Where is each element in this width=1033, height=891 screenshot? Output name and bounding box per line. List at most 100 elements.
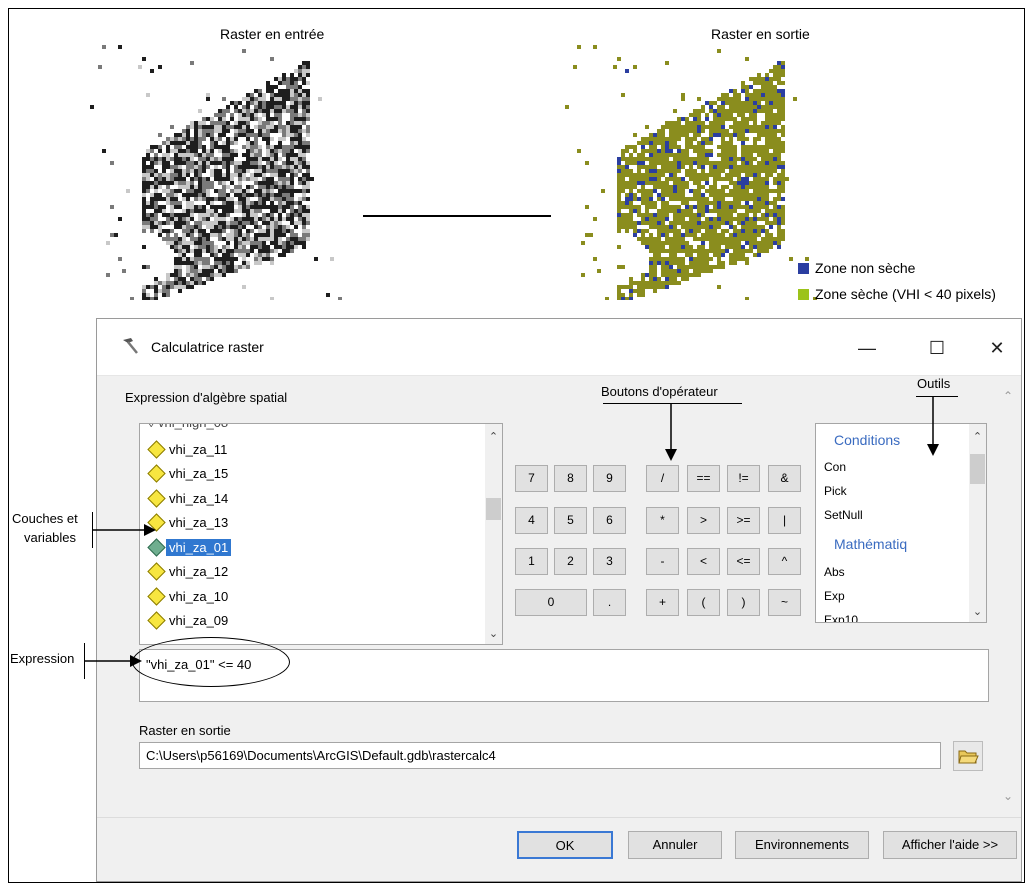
- scroll-down-icon[interactable]: ⌄: [485, 627, 502, 640]
- operator-button[interactable]: /: [646, 465, 679, 492]
- hammer-icon: [123, 338, 138, 354]
- partial-list-item: ◊ vhi_high_08: [148, 424, 228, 430]
- operator-button[interactable]: 5: [554, 507, 587, 534]
- expression-annotation: Expression: [10, 651, 75, 666]
- input-raster-map: [90, 45, 342, 300]
- operator-button[interactable]: -: [646, 548, 679, 575]
- layer-name: vhi_za_13: [169, 515, 229, 530]
- divider: [97, 817, 1021, 818]
- close-button[interactable]: ✕: [979, 333, 1015, 363]
- annotation-arrow: [92, 524, 156, 536]
- cancel-button[interactable]: Annuler: [628, 831, 722, 859]
- legend-label-nondry: Zone non sèche: [815, 260, 916, 276]
- operator-button[interactable]: <=: [727, 548, 760, 575]
- help-button[interactable]: Afficher l'aide >>: [883, 831, 1017, 859]
- operator-button[interactable]: +: [646, 589, 679, 616]
- layer-item[interactable]: vhi_za_14: [147, 487, 231, 509]
- input-raster-title: Raster en entrée: [220, 26, 325, 42]
- raster-layer-icon: [147, 464, 166, 483]
- operator-button[interactable]: 2: [554, 548, 587, 575]
- tool-item[interactable]: Exp10: [824, 613, 858, 622]
- operator-button[interactable]: 9: [593, 465, 626, 492]
- layer-name: vhi_za_11: [169, 441, 228, 457]
- tool-item[interactable]: Pick: [824, 484, 847, 498]
- title-bar: Calculatrice raster — ☐ ✕: [97, 319, 1021, 376]
- annotation-arrow: [927, 396, 939, 456]
- operator-button[interactable]: &: [768, 465, 801, 492]
- layer-name: vhi_za_10: [169, 588, 229, 604]
- layer-item[interactable]: vhi_za_15: [147, 463, 231, 485]
- layer-item[interactable]: vhi_za_11: [147, 438, 230, 460]
- tools-header-math: Mathématiq: [834, 536, 908, 552]
- tool-item[interactable]: Con: [824, 460, 846, 474]
- maximize-button[interactable]: ☐: [919, 333, 955, 363]
- legend-swatch-dry: [798, 288, 809, 300]
- raster-layer-selected-icon: [147, 537, 166, 557]
- annotation-arrow: [665, 403, 677, 461]
- operator-button[interactable]: ==: [687, 465, 720, 492]
- legend-item-nondry: Zone non sèche: [798, 260, 915, 276]
- raster-layer-icon: [147, 488, 166, 508]
- layer-item[interactable]: vhi_za_01: [147, 536, 232, 558]
- environments-button[interactable]: Environnements: [735, 831, 869, 859]
- operator-button[interactable]: 1: [515, 548, 548, 575]
- scroll-up-icon[interactable]: ⌃: [485, 430, 502, 443]
- operator-button[interactable]: ~: [768, 589, 801, 616]
- operator-button[interactable]: |: [768, 507, 801, 534]
- operator-button[interactable]: >=: [727, 507, 760, 534]
- layers-annotation-line1: Couches et: [12, 511, 78, 526]
- ok-button[interactable]: OK: [517, 831, 613, 859]
- layer-name: vhi_za_09: [169, 613, 229, 628]
- layer-item[interactable]: vhi_za_13: [147, 512, 231, 534]
- operator-button[interactable]: 8: [554, 465, 587, 492]
- operator-button[interactable]: ): [727, 589, 760, 616]
- open-folder-icon: [958, 750, 979, 764]
- scroll-thumb[interactable]: [970, 454, 985, 484]
- output-raster-title: Raster en sortie: [711, 26, 810, 42]
- tools-header-conditions: Conditions: [834, 432, 901, 448]
- raster-layer-icon: [147, 611, 166, 630]
- layers-scrollbar[interactable]: ⌃ ⌄: [485, 424, 502, 644]
- operator-button[interactable]: ^: [768, 548, 801, 575]
- dialog-title: Calculatrice raster: [151, 339, 264, 355]
- browse-button[interactable]: [953, 741, 983, 771]
- operator-button[interactable]: >: [687, 507, 720, 534]
- operator-button[interactable]: <: [687, 548, 720, 575]
- scroll-up-icon[interactable]: ⌃: [969, 430, 986, 443]
- operator-button[interactable]: (: [687, 589, 720, 616]
- layer-item[interactable]: vhi_za_09: [147, 610, 231, 632]
- connector-line: [363, 215, 551, 217]
- tools-scrollbar[interactable]: ⌃ ⌄: [969, 424, 986, 622]
- layers-list[interactable]: vhi_za_09 vhi_za_10 vhi_za_12 vhi_za_01 vhi_…: [139, 423, 503, 645]
- scroll-down-icon[interactable]: ⌄: [969, 605, 986, 618]
- operator-button[interactable]: 7: [515, 465, 548, 492]
- operators-annotation: Boutons d'opérateur: [601, 384, 718, 399]
- tool-item[interactable]: Exp: [824, 589, 845, 603]
- operator-button[interactable]: 6: [593, 507, 626, 534]
- tools-list[interactable]: Conditions Con Pick SetNull Mathématiq A…: [815, 423, 987, 623]
- expression-highlight-ellipse: [132, 637, 290, 687]
- dialog-scroll-up-icon[interactable]: ⌃: [1003, 389, 1013, 403]
- operator-button[interactable]: 0: [515, 589, 587, 616]
- raster-layer-icon: [147, 562, 166, 581]
- output-raster-map: [565, 45, 817, 300]
- output-raster-label: Raster en sortie: [139, 723, 231, 738]
- output-path-text: C:\Users\p56169\Documents\ArcGIS\Default…: [146, 748, 496, 763]
- legend-item-dry: Zone sèche (VHI < 40 pixels): [798, 286, 996, 302]
- tools-annotation: Outils: [917, 376, 951, 391]
- tool-item[interactable]: Abs: [824, 565, 845, 579]
- layer-name: vhi_za_14: [169, 490, 229, 506]
- layer-item[interactable]: vhi_za_12: [147, 561, 231, 583]
- minimize-button[interactable]: —: [849, 333, 885, 363]
- scroll-thumb[interactable]: [486, 498, 501, 520]
- output-path-input[interactable]: C:\Users\p56169\Documents\ArcGIS\Default…: [139, 742, 941, 769]
- operator-button[interactable]: 3: [593, 548, 626, 575]
- layer-name: vhi_za_12: [169, 564, 229, 579]
- operator-button[interactable]: .: [593, 589, 626, 616]
- operator-button[interactable]: *: [646, 507, 679, 534]
- operator-button[interactable]: 4: [515, 507, 548, 534]
- tool-item[interactable]: SetNull: [824, 508, 863, 522]
- layer-item[interactable]: vhi_za_10: [147, 585, 231, 607]
- operator-button[interactable]: !=: [727, 465, 760, 492]
- dialog-scroll-down-icon[interactable]: ⌄: [1003, 789, 1013, 803]
